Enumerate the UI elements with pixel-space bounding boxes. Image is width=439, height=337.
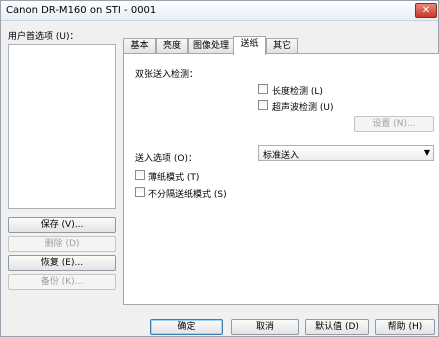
scanner-settings-dialog: Canon DR-M160 on STI - 0001 ✕ 用户首选项 (U)：… (0, 0, 439, 337)
window-title: Canon DR-M160 on STI - 0001 (6, 5, 157, 16)
delete-preference-button[interactable]: 删除 (D) (8, 236, 116, 252)
restore-preference-button[interactable]: 恢复 (E)... (8, 255, 116, 271)
detection-settings-button[interactable]: 设置 (N)... (354, 116, 434, 132)
length-detection-label: 长度检测 (L) (272, 87, 323, 97)
no-separation-mode-label: 不分隔送纸模式 (S) (148, 190, 227, 200)
cancel-button[interactable]: 取消 (231, 319, 299, 335)
double-feed-detection-label: 双张送入检测： (135, 70, 199, 80)
help-button[interactable]: 帮助 (H) (375, 319, 435, 335)
ultrasonic-detection-label: 超声波检测 (U) (272, 103, 334, 113)
tab-brightness[interactable]: 亮度 (156, 38, 188, 54)
tab-basic[interactable]: 基本 (123, 38, 156, 54)
close-icon: ✕ (421, 5, 431, 16)
length-detection-checkbox[interactable] (258, 84, 268, 94)
close-button[interactable]: ✕ (415, 3, 437, 18)
no-separation-mode-checkbox[interactable] (135, 187, 145, 197)
save-preference-button[interactable]: 保存 (V)... (8, 217, 116, 233)
defaults-button[interactable]: 默认值 (D) (305, 319, 369, 335)
feed-option-select[interactable]: 标准送入 ▼ (258, 145, 434, 161)
thin-paper-mode-checkbox[interactable] (135, 170, 145, 180)
feed-option-label: 送入选项 (O)： (135, 154, 197, 164)
feeding-panel: 双张送入检测： 长度检测 (L) 超声波检测 (U) 设置 (N)... 送入选… (123, 53, 439, 305)
title-bar: Canon DR-M160 on STI - 0001 ✕ (1, 1, 438, 21)
ultrasonic-detection-checkbox[interactable] (258, 100, 268, 110)
tab-other[interactable]: 其它 (266, 38, 298, 54)
chevron-down-icon: ▼ (423, 148, 430, 157)
thin-paper-mode-label: 薄纸模式 (T) (148, 173, 200, 183)
feed-option-value: 标准送入 (263, 151, 300, 161)
tab-image-processing[interactable]: 图像处理 (188, 38, 234, 54)
user-preferences-list[interactable] (8, 44, 116, 209)
user-preferences-label: 用户首选项 (U)： (8, 32, 79, 42)
tab-feeding[interactable]: 送纸 (233, 36, 266, 55)
ok-button[interactable]: 确定 (150, 319, 223, 335)
backup-preference-button[interactable]: 备份 (K)... (8, 274, 116, 290)
